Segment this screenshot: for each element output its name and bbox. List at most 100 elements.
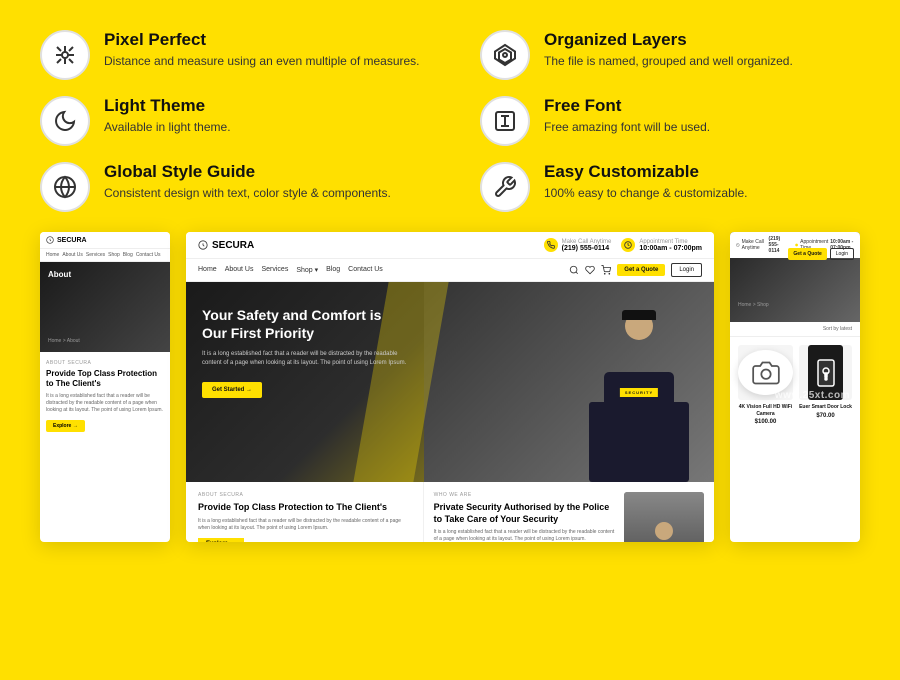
feature-pixel-perfect: Pixel Perfect Distance and measure using… [40,30,420,80]
preview-about-section: ABOUT SECURA Provide Top Class Protectio… [186,482,424,542]
feature-easy-customizable-title: Easy Customizable [544,162,747,182]
main-preview: SECURA Make Call Anytime (219) 555-0114 [186,232,714,542]
about-title: Provide Top Class Protection to The Clie… [46,369,164,390]
appointment-time: 10:00am - 07:00pm [639,245,702,252]
feature-organized-layers-title: Organized Layers [544,30,793,50]
nav-actions: Get a Quote Login [569,263,702,277]
product-camera: 4K Vision Full HD WiFi Camera $100.00 [738,345,793,425]
contact-info: Make Call Anytime (219) 555-0114 Appoint… [544,238,702,252]
main-preview-hero: Your Safety and Comfort is Our First Pri… [186,282,714,482]
feature-light-theme-title: Light Theme [104,96,231,116]
feature-easy-customizable-text: Easy Customizable 100% easy to change & … [544,162,747,202]
who-text-content: It is a long established fact that a rea… [434,529,616,542]
get-started-button[interactable]: Get Started → [202,382,262,398]
door-lock-price: $70.00 [799,413,852,419]
feature-pixel-perfect-desc: Distance and measure using an even multi… [104,53,420,70]
who-text: WHO WE ARE Private Security Authorised b… [434,492,616,542]
time-contact: Appointment Time 10:00am - 07:00pm [621,238,702,252]
shop-breadcrumb: Home > Shop [730,296,777,314]
feature-global-style-title: Global Style Guide [104,162,391,182]
shop-phone: (219) 555-0114 [769,236,789,254]
side-about-content: ABOUT SECURA Provide Top Class Protectio… [40,352,170,440]
features-section: Pixel Perfect Distance and measure using… [0,0,900,232]
shop-preview: Make Call Anytime (219) 555-0114 Appoint… [730,232,860,542]
shop-hero-area: Make Call Anytime (219) 555-0114 Appoint… [730,232,860,322]
shop-phone-contact: Make Call Anytime (219) 555-0114 [736,236,789,254]
main-preview-nav: Home About Us Services Shop ▾ Blog Conta… [186,259,714,282]
camera-price: $100.00 [738,419,793,425]
pixel-perfect-icon [40,30,90,80]
feature-light-theme-text: Light Theme Available in light theme. [104,96,231,136]
feature-light-theme-desc: Available in light theme. [104,119,231,136]
side-preview-about-header: SECURA [40,232,170,249]
feature-pixel-perfect-text: Pixel Perfect Distance and measure using… [104,30,420,70]
explore-button[interactable]: Explore → [46,420,85,432]
feature-easy-customizable-desc: 100% easy to change & customizable. [544,185,747,202]
cart-icon[interactable] [601,265,611,275]
camera-name: 4K Vision Full HD WiFi Camera [738,404,793,417]
phone-icon [544,238,558,252]
about-text: It is a long established fact that a rea… [46,393,164,414]
search-icon[interactable] [569,265,579,275]
easy-customizable-icon [480,162,530,212]
shop-products: 4K Vision Full HD WiFi Camera $100.00 [730,337,860,433]
hero-content: Your Safety and Comfort is Our First Pri… [186,282,424,482]
feature-light-theme: Light Theme Available in light theme. [40,96,420,146]
who-label: WHO WE ARE [434,492,616,498]
camera-shape [738,350,793,395]
feature-free-font-desc: Free amazing font will be used. [544,119,710,136]
feature-pixel-perfect-title: Pixel Perfect [104,30,420,50]
side-breadcrumb: Home > About [48,338,80,344]
feature-free-font-title: Free Font [544,96,710,116]
clock-icon [621,238,635,252]
feature-global-style-text: Global Style Guide Consistent design wit… [104,162,391,202]
preview-bottom: ABOUT SECURA Provide Top Class Protectio… [186,482,714,542]
global-style-icon [40,162,90,212]
sort-label[interactable]: Sort by latest [823,326,852,332]
phone-label: Make Call Anytime [562,239,612,245]
preview-who-section: WHO WE ARE Private Security Authorised b… [424,482,714,542]
about-explore-button[interactable]: Explore → [198,538,244,542]
preview-section: SECURA Home About Us Services Shop Blog … [0,232,900,542]
phone-contact: Make Call Anytime (219) 555-0114 [544,238,612,252]
main-brand-name: SECURA [212,240,254,251]
feature-organized-layers-text: Organized Layers The file is named, grou… [544,30,793,70]
shop-quote-button[interactable]: Get a Quote [788,248,826,260]
feature-organized-layers: Organized Layers The file is named, grou… [480,30,860,80]
side-preview-nav: Home About Us Services Shop Blog Contact… [40,249,170,262]
side-brand-name: SECURA [57,237,87,244]
feature-organized-layers-desc: The file is named, grouped and well orga… [544,53,793,70]
feature-free-font-text: Free Font Free amazing font will be used… [544,96,710,136]
phone-number: (219) 555-0114 [562,245,612,252]
side-logo: SECURA [46,236,164,244]
who-image [624,492,704,542]
who-title: Private Security Authorised by the Polic… [434,502,616,525]
about-section-title: Provide Top Class Protection to The Clie… [198,502,411,514]
about-section-text: It is a long established fact that a rea… [198,518,411,532]
side-hero-title: About [48,270,71,280]
free-font-icon [480,96,530,146]
door-lock-name: Euer Smart Door Lock [799,404,852,411]
feature-free-font: Free Font Free amazing font will be used… [480,96,860,146]
shop-login-button[interactable]: Login [830,248,854,260]
nav-links: Home About Us Services Shop ▾ Blog Conta… [198,266,383,274]
shop-sort-bar: Sort by latest [730,322,860,337]
product-door-lock: Euer Smart Door Lock $70.00 [799,345,852,425]
feature-easy-customizable: Easy Customizable 100% easy to change & … [480,162,860,212]
organized-layers-icon [480,30,530,80]
main-logo: SECURA [198,240,254,251]
side-about-hero: Home > About About [40,262,170,352]
guard-figure: SECURITY [584,307,694,482]
about-section-label: ABOUT SECURA [198,492,411,498]
main-preview-header: SECURA Make Call Anytime (219) 555-0114 [186,232,714,259]
hero-title: Your Safety and Comfort is Our First Pri… [202,306,408,342]
shop-nav-buttons: Get a Quote Login [788,248,854,260]
heart-icon[interactable] [585,265,595,275]
watermark: www.25xt.com [775,390,850,401]
hero-image: SECURITY [424,282,714,482]
side-preview-about: SECURA Home About Us Services Shop Blog … [40,232,170,542]
get-quote-button[interactable]: Get a Quote [617,264,665,276]
login-button[interactable]: Login [671,263,702,277]
feature-global-style: Global Style Guide Consistent design wit… [40,162,420,212]
feature-global-style-desc: Consistent design with text, color style… [104,185,391,202]
